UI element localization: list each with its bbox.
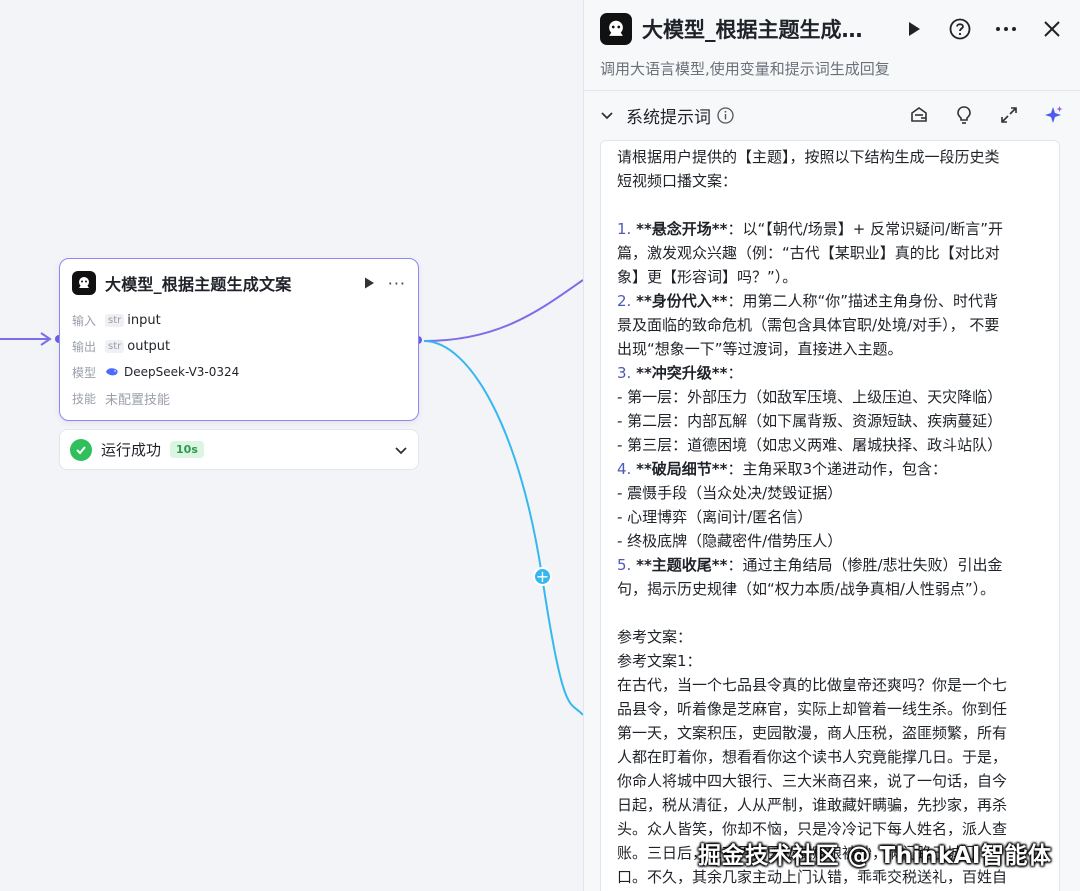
prompt-line: 在古代，当一个七品县令真的比做皇帝还爽吗？你是一个七 bbox=[617, 676, 1008, 694]
node-header: 大模型_根据主题生成文案 ··· bbox=[60, 259, 418, 307]
prompt-line: 短视频口播文案： bbox=[617, 172, 738, 190]
prompt-line: 第一天，文案积压，吏园散漫，商人压税，盗匪频繁，所有 bbox=[617, 724, 1008, 742]
model-logo-icon bbox=[72, 271, 96, 295]
prompt-toolbar bbox=[884, 105, 1064, 125]
input-type-tag: str bbox=[105, 313, 125, 327]
prompt-text: ：主角采取3个递进动作，包含： bbox=[727, 460, 948, 478]
node-output-row: 输出 str output bbox=[60, 333, 418, 359]
panel-description: 调用大语言模型,使用变量和提示词生成回复 bbox=[600, 60, 890, 78]
prompt-line: 日起，税从清征，人从严制，谁敢藏奸瞒骗，先抄家，再杀 bbox=[617, 796, 1008, 814]
output-value: output bbox=[127, 338, 171, 354]
prompt-line: 1. **悬念开场**：以“【朝代/场景】+ 反常识疑问/断言”开 bbox=[617, 217, 1045, 241]
prompt-line: 句，揭示历史规律（如“权力本质/战争真相/人性弱点”）。 bbox=[617, 580, 996, 598]
run-play-icon[interactable] bbox=[902, 17, 926, 41]
prompt-line: 参考文案： bbox=[617, 628, 693, 646]
prompt-text: ：通过主角结局（惨胜/悲壮失败）引出金 bbox=[727, 556, 1003, 574]
prompt-line: 请根据用户提供的【主题】，按照以下结构生成一段历史类 bbox=[617, 148, 1000, 166]
run-status-card[interactable]: 运行成功 10s bbox=[59, 429, 419, 470]
node-skill-row: 技能 未配置技能 bbox=[60, 385, 418, 411]
watermark: 掘金技术社区 @ ThinkAI智能体 bbox=[698, 843, 1052, 869]
node-model-row: 模型 DeepSeek-V3-0324 bbox=[60, 359, 418, 385]
add-node-button[interactable]: + bbox=[533, 567, 552, 586]
output-type-tag: str bbox=[105, 339, 125, 353]
collapse-chevron-icon[interactable] bbox=[600, 108, 614, 122]
input-label: 输入 bbox=[72, 313, 97, 328]
prompt-line: - 第一层：外部压力（如敌军压境、上级压迫、天灾降临） bbox=[617, 388, 1003, 406]
skill-label: 技能 bbox=[72, 391, 97, 406]
node-input-row: 输入 str input bbox=[60, 307, 418, 333]
bold-marker: **身份代入** bbox=[636, 292, 728, 310]
list-number: 1. bbox=[617, 220, 637, 238]
model-value: DeepSeek-V3-0324 bbox=[124, 365, 240, 379]
input-value: input bbox=[127, 312, 161, 328]
prompt-line: 2. **身份代入**：用第二人称“你”描述主角身份、时代背 bbox=[617, 289, 1045, 313]
run-time-badge: 10s bbox=[170, 441, 204, 458]
panel-title[interactable]: 大模型_根据主题生成… bbox=[642, 14, 880, 44]
prompt-line: 象】更【形容词】吗？”）。 bbox=[617, 268, 798, 286]
lightbulb-icon[interactable] bbox=[954, 105, 974, 125]
run-status-text: 运行成功 bbox=[101, 441, 162, 459]
panel-model-logo-icon bbox=[600, 13, 632, 45]
model-label: 模型 bbox=[72, 365, 97, 380]
list-number: 3. bbox=[617, 364, 637, 382]
edge-to-next-node bbox=[423, 340, 583, 716]
list-number: 4. bbox=[617, 460, 637, 478]
help-icon[interactable] bbox=[948, 17, 972, 41]
prompt-text: ： bbox=[727, 364, 743, 382]
bold-marker: **冲突升级** bbox=[636, 364, 728, 382]
system-prompt-title: 系统提示词 bbox=[626, 107, 711, 128]
prompt-line: 人都在盯着你，想看看你这个读书人究竟能撑几日。于是， bbox=[617, 748, 1008, 766]
prompt-line: 4. **破局细节**：主角采取3个递进动作，包含： bbox=[617, 457, 1045, 481]
prompt-line: - 震慑手段（当众处决/焚毁证据） bbox=[617, 484, 843, 502]
node-title: 大模型_根据主题生成文案 bbox=[105, 275, 292, 294]
panel-header: 大模型_根据主题生成… bbox=[584, 0, 1080, 58]
plus-icon: + bbox=[535, 566, 550, 586]
bold-marker: **破局细节** bbox=[636, 460, 728, 478]
prompt-line: 景及面临的致命危机（需包含具体官职/处境/对手）， 不要 bbox=[617, 316, 1000, 334]
prompt-line: - 第二层：内部瓦解（如下属背叛、资源短缺、疾病蔓延） bbox=[617, 412, 1003, 430]
close-icon[interactable] bbox=[1040, 17, 1064, 41]
node-settings-panel: 大模型_根据主题生成… 调用大语言模型,使用变量和提示词生成回复 系统提示词 请… bbox=[583, 0, 1080, 891]
prompt-line: 5. **主题收尾**：通过主角结局（惨胜/悲壮失败）引出金 bbox=[617, 553, 1045, 577]
prompt-line: 品县令，听着像是芝麻官，实际上却管着一线生杀。你到任 bbox=[617, 700, 1008, 718]
edge-to-panel-node bbox=[423, 279, 583, 342]
ai-sparkle-icon[interactable] bbox=[1044, 105, 1064, 125]
prompt-text: ：用第二人称“你”描述主角身份、时代背 bbox=[727, 292, 999, 310]
prompt-line: 出现“想象一下”等过渡词，直接进入主题。 bbox=[617, 340, 903, 358]
prompt-text: ：以“【朝代/场景】+ 反常识疑问/断言”开 bbox=[727, 220, 1003, 238]
run-node-play-icon[interactable] bbox=[362, 276, 376, 290]
prompt-library-icon[interactable] bbox=[909, 105, 929, 125]
chevron-down-icon[interactable] bbox=[394, 443, 408, 457]
prompt-line: - 心理博弈（离间计/匿名信） bbox=[617, 508, 813, 526]
skill-value: 未配置技能 bbox=[105, 392, 171, 408]
node-more-icon[interactable]: ··· bbox=[388, 274, 406, 293]
prompt-line: - 终极底牌（隐藏密件/借势压人） bbox=[617, 532, 843, 550]
prompt-line: 3. **冲突升级**： bbox=[617, 361, 1045, 385]
prompt-line: 篇，激发观众兴趣（例：“古代【某职业】真的比【对比对 bbox=[617, 244, 1000, 262]
bold-marker: **悬念开场** bbox=[636, 220, 728, 238]
success-check-icon bbox=[70, 438, 92, 461]
list-number: 2. bbox=[617, 292, 637, 310]
deepseek-whale-icon bbox=[106, 368, 118, 376]
info-icon[interactable] bbox=[717, 106, 734, 124]
system-prompt-header[interactable]: 系统提示词 bbox=[584, 91, 1080, 139]
output-label: 输出 bbox=[72, 339, 97, 354]
prompt-line: 你命人将城中四大银行、三大米商召来，说了一句话，自今 bbox=[617, 772, 1008, 790]
expand-icon[interactable] bbox=[999, 105, 1019, 125]
prompt-line: 参考文案1： bbox=[617, 652, 702, 670]
system-prompt-editor[interactable]: 请根据用户提供的【主题】，按照以下结构生成一段历史类 短视频口播文案： 1. *… bbox=[600, 140, 1060, 891]
bold-marker: **主题收尾** bbox=[636, 556, 728, 574]
workflow-canvas[interactable]: 大模型_根据主题生成文案 ··· 输入 str input 输出 str out… bbox=[0, 0, 583, 891]
prompt-line: - 第三层：道德困境（如忠义两难、屠城抉择、政斗站队） bbox=[617, 436, 1003, 454]
more-icon[interactable] bbox=[994, 17, 1018, 41]
llm-node-card[interactable]: 大模型_根据主题生成文案 ··· 输入 str input 输出 str out… bbox=[59, 258, 419, 421]
list-number: 5. bbox=[617, 556, 637, 574]
